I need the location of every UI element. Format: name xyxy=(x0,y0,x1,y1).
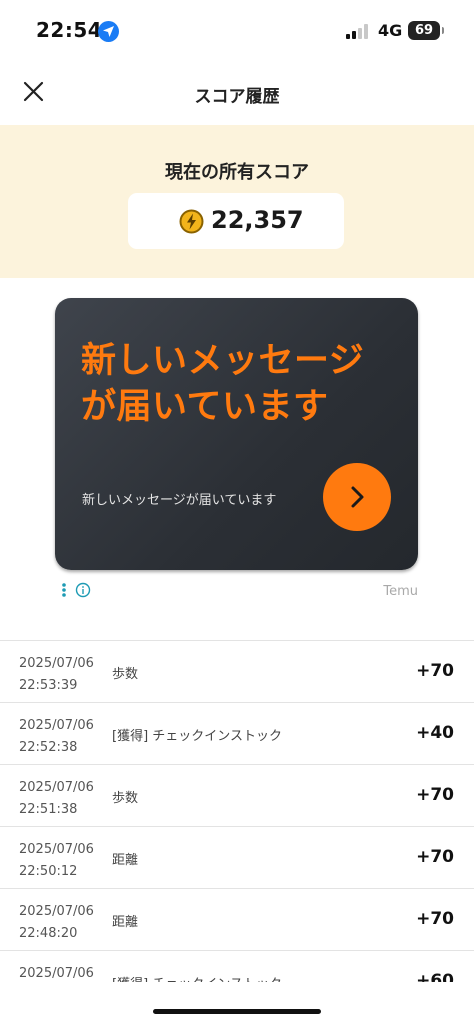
history-points: +60 xyxy=(416,971,454,982)
history-date: 2025/07/06 xyxy=(19,842,94,857)
history-date: 2025/07/06 xyxy=(19,718,94,733)
history-datetime: 2025/07/06 22:52:38 xyxy=(19,715,94,759)
ad-headline-line1: 新しいメッセージ xyxy=(81,341,365,381)
history-points: +70 xyxy=(416,661,454,681)
history-date: 2025/07/06 xyxy=(19,966,94,981)
home-indicator[interactable] xyxy=(153,1009,321,1014)
ad-banner[interactable]: 新しいメッセージ が届いています 新しいメッセージが届いています xyxy=(55,298,418,570)
current-score-panel: 現在の所有スコア 22,357 xyxy=(0,125,474,278)
history-row: 2025/07/06 22:52:38 [獲得] チェックインストック +40 xyxy=(0,703,474,765)
cellular-signal-icon xyxy=(346,23,370,39)
ad-brand: Temu xyxy=(383,584,418,599)
ad-headline: 新しいメッセージ が届いています xyxy=(81,338,401,430)
score-box: 22,357 xyxy=(128,193,344,249)
location-arrow-icon xyxy=(98,21,119,42)
history-points: +40 xyxy=(416,723,454,743)
history-points: +70 xyxy=(416,847,454,867)
battery-icon: 69 xyxy=(408,21,444,40)
history-datetime: 2025/07/06 22:51:38 xyxy=(19,777,94,821)
page-title: スコア履歴 xyxy=(194,87,280,107)
history-row: 2025/07/06 22:48:20 距離 +70 xyxy=(0,889,474,951)
history-points: +70 xyxy=(416,909,454,929)
status-bar: 22:54 4G 69 xyxy=(0,0,474,62)
score-history-list: 2025/07/06 22:53:39 歩数 +70 2025/07/06 22… xyxy=(0,640,474,982)
history-datetime: 2025/07/06 22:53:39 xyxy=(19,653,94,697)
history-description: 距離 xyxy=(112,915,139,930)
history-row: 2025/07/06 22:51:38 歩数 +70 xyxy=(0,765,474,827)
history-date: 2025/07/06 xyxy=(19,780,94,795)
coin-icon xyxy=(179,209,204,234)
history-datetime: 2025/07/06 22:48:20 xyxy=(19,901,94,945)
chevron-right-icon xyxy=(351,486,364,508)
history-row: 2025/07/06 [獲得] チェックインストック +60 xyxy=(0,951,474,982)
history-points: +70 xyxy=(416,785,454,805)
history-date: 2025/07/06 xyxy=(19,904,94,919)
ad-arrow-button[interactable] xyxy=(323,463,391,531)
ad-choices[interactable] xyxy=(60,582,94,600)
current-score-label: 現在の所有スコア xyxy=(165,162,309,183)
history-time: 22:51:38 xyxy=(19,802,78,817)
status-time: 22:54 xyxy=(36,18,103,42)
network-type: 4G xyxy=(378,21,403,40)
history-time: 22:48:20 xyxy=(19,926,78,941)
history-description: 歩数 xyxy=(112,791,139,806)
ad-headline-line2: が届いています xyxy=(81,387,329,427)
history-description: 歩数 xyxy=(112,667,139,682)
history-date: 2025/07/06 xyxy=(19,656,94,671)
history-time: 22:50:12 xyxy=(19,864,78,879)
history-datetime: 2025/07/06 xyxy=(19,963,94,982)
history-description: 距離 xyxy=(112,853,139,868)
ad-subtext: 新しいメッセージが届いています xyxy=(82,493,277,508)
ad-options-icon xyxy=(62,582,91,598)
history-description: [獲得] チェックインストック xyxy=(112,729,283,744)
nav-header: スコア履歴 xyxy=(0,62,474,124)
history-row: 2025/07/06 22:50:12 距離 +70 xyxy=(0,827,474,889)
history-description: [獲得] チェックインストック xyxy=(112,973,282,982)
history-row: 2025/07/06 22:53:39 歩数 +70 xyxy=(0,641,474,703)
score-value: 22,357 xyxy=(211,206,304,234)
history-time: 22:53:39 xyxy=(19,678,78,693)
history-datetime: 2025/07/06 22:50:12 xyxy=(19,839,94,883)
history-time: 22:52:38 xyxy=(19,740,78,755)
